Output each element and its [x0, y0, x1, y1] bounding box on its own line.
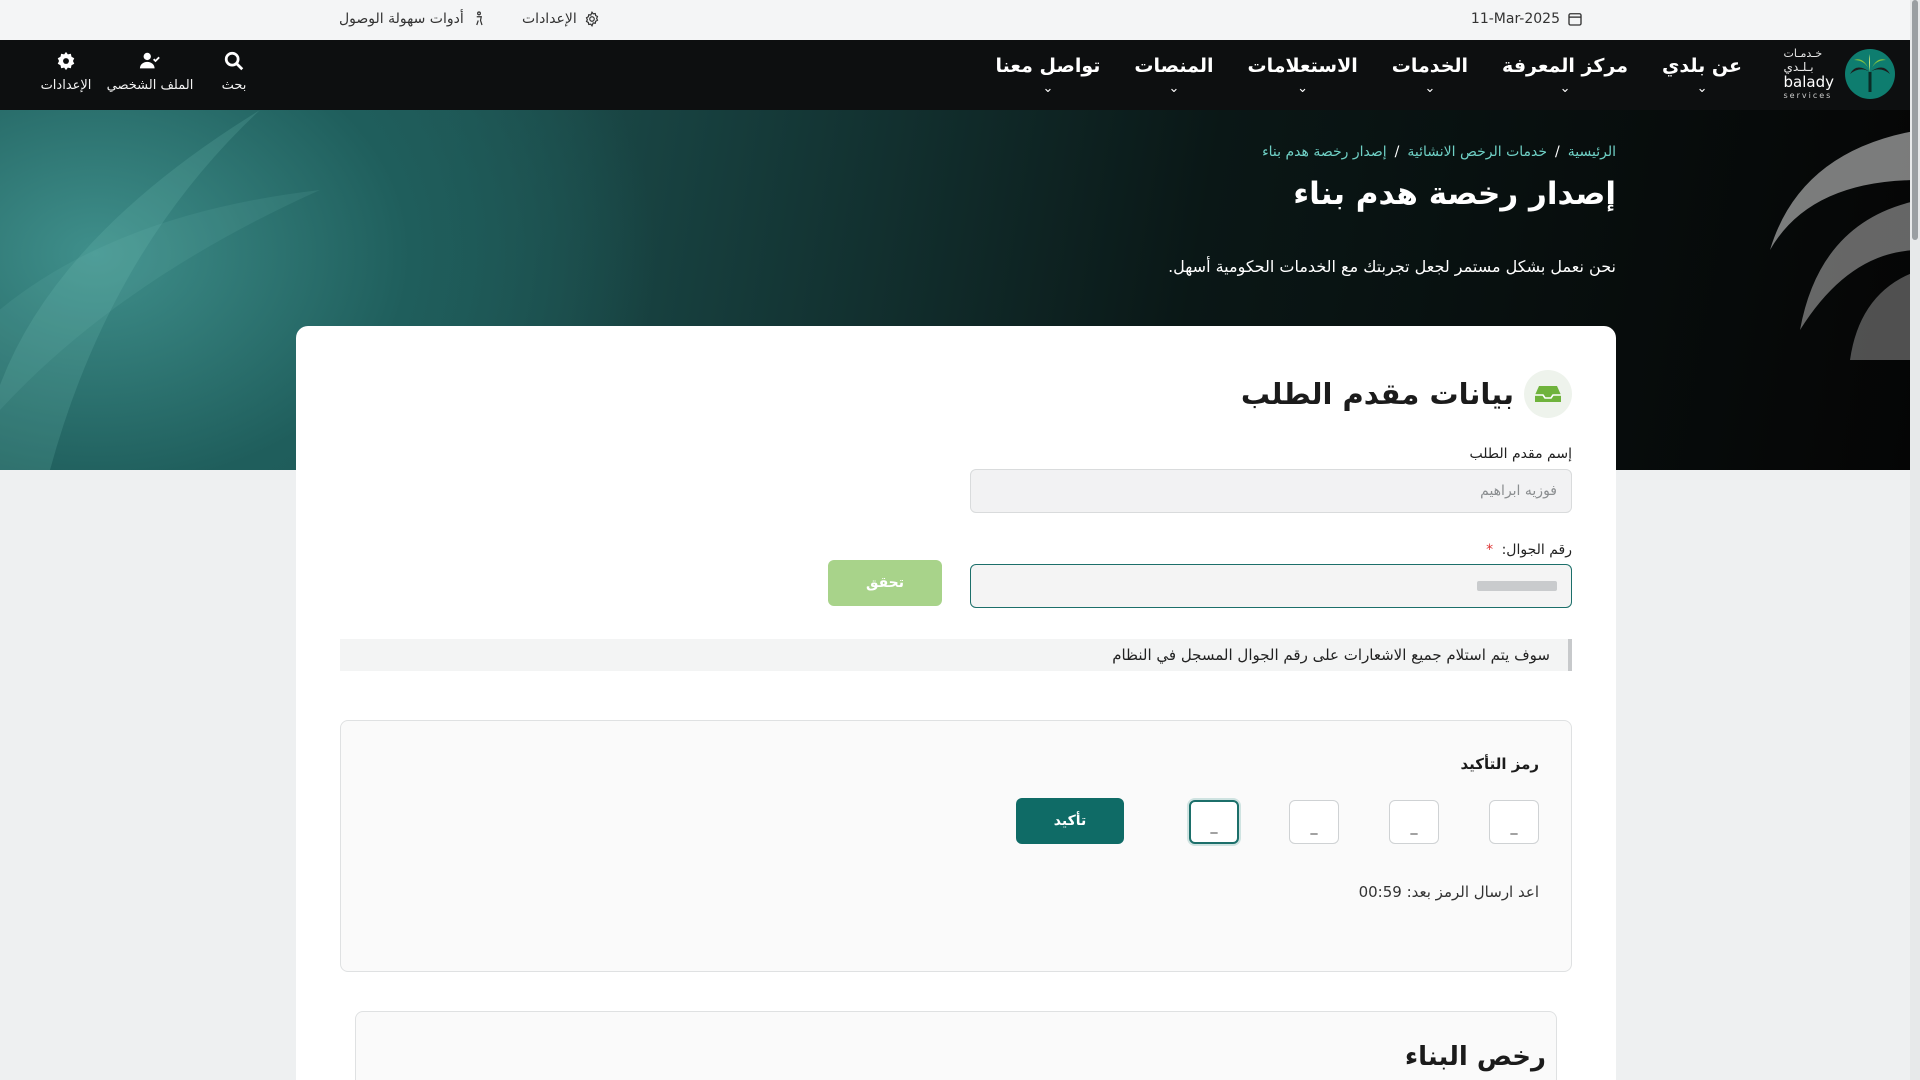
applicant-name-label: إسم مقدم الطلب	[1469, 446, 1572, 462]
logo-text: خـدمـات بـلـدي balady services	[1784, 48, 1834, 100]
main-nav: عن بلدي ⌄ مركز المعرفة ⌄ الخدمات ⌄ الاست…	[996, 40, 1742, 110]
accessibility-icon	[475, 11, 483, 26]
nav-label: الخدمات	[1391, 54, 1469, 77]
nav-platforms[interactable]: المنصات ⌄	[1134, 40, 1213, 110]
utility-settings-label: الإعدادات	[522, 11, 577, 27]
masked-mobile-value	[1477, 581, 1557, 591]
mobile-label: رقم الجوال: *	[1486, 542, 1572, 558]
inbox-icon	[1524, 370, 1572, 418]
page-title: إصدار رخصة هدم بناء	[1293, 176, 1616, 212]
chevron-down-icon: ⌄	[1696, 80, 1708, 96]
utility-settings-link[interactable]: الإعدادات	[522, 10, 601, 28]
profile-button[interactable]: الملف الشخصي	[100, 50, 200, 93]
logo-en-small: services	[1783, 91, 1833, 100]
profile-label: الملف الشخصي	[106, 78, 194, 93]
breadcrumb-separator: /	[1555, 144, 1560, 160]
nav-label: عن بلدي	[1662, 54, 1742, 77]
mobile-input[interactable]	[970, 564, 1572, 608]
palm-logo-icon	[1845, 49, 1895, 99]
search-icon	[224, 51, 244, 71]
page-subtitle: نحن نعمل بشكل مستمر لجعل تجربتك مع الخدم…	[1168, 257, 1616, 276]
accessibility-tools-link[interactable]: أدوات سهولة الوصول	[339, 10, 488, 28]
palm-leaf-decoration-right	[1770, 131, 1910, 360]
required-asterisk: *	[1486, 542, 1494, 558]
verify-button[interactable]: تحقق	[828, 560, 942, 606]
breadcrumb-separator: /	[1394, 144, 1400, 160]
otp-digit-1[interactable]: _	[1489, 800, 1539, 844]
chevron-down-icon: ⌄	[1559, 80, 1571, 96]
chevron-down-icon: ⌄	[1168, 80, 1180, 96]
nav-services[interactable]: الخدمات ⌄	[1392, 40, 1468, 110]
chevron-down-icon: ⌄	[1424, 80, 1436, 96]
breadcrumb-current[interactable]: إصدار رخصة هدم بناء	[1262, 144, 1387, 160]
header-settings-button[interactable]: الإعدادات	[41, 50, 91, 93]
logo-ar-small: خـدمـات	[1783, 47, 1823, 60]
balady-logo[interactable]: خـدمـات بـلـدي balady services	[1784, 48, 1896, 100]
section-title: بيانات مقدم الطلب	[1240, 377, 1514, 411]
user-check-icon	[139, 52, 160, 69]
otp-digit-2[interactable]: _	[1389, 800, 1439, 844]
breadcrumb: الرئيسية / خدمات الرخص الانشائية / إصدار…	[1262, 144, 1616, 160]
otp-digit-4[interactable]: _	[1189, 800, 1239, 844]
chevron-down-icon: ⌄	[1042, 80, 1054, 96]
applicant-form-card: بيانات مقدم الطلب إسم مقدم الطلب فوزيه ا…	[296, 326, 1616, 1080]
mobile-label-text: رقم الجوال:	[1501, 542, 1572, 558]
nav-label: مركز المعرفة	[1502, 54, 1629, 77]
utility-bar: 11-Mar-2025 الإعدادات أدوات سهولة الوصول	[0, 0, 1920, 40]
applicant-name-input[interactable]: فوزيه ابراهيم	[970, 469, 1572, 513]
gear-icon	[57, 51, 75, 71]
calendar-icon	[1568, 13, 1582, 26]
resend-countdown: اعد ارسال الرمز بعد: 00:59	[1358, 883, 1539, 901]
page-scrollbar[interactable]	[1910, 0, 1920, 1080]
nav-label: تواصل معنا	[995, 54, 1101, 77]
notification-notice: سوف يتم استلام جميع الاشعارات على رقم ال…	[340, 639, 1572, 671]
nav-about-balady[interactable]: عن بلدي ⌄	[1662, 40, 1742, 110]
building-permits-panel: رخص البناء	[355, 1011, 1557, 1080]
applicant-name-value: فوزيه ابراهيم	[1480, 483, 1557, 499]
otp-panel: رمز التأكيد _ _ _ _ تأكيد اعد ارسال الرم…	[340, 720, 1572, 972]
nav-label: الاستعلامات	[1247, 54, 1358, 77]
chevron-down-icon: ⌄	[1297, 80, 1309, 96]
logo-ar-name: بـلـدي	[1783, 60, 1814, 74]
gear-icon	[585, 11, 599, 27]
section-header: بيانات مقدم الطلب	[1241, 370, 1572, 418]
building-permits-title: رخص البناء	[1404, 1042, 1546, 1072]
current-date: 11-Mar-2025	[1471, 10, 1584, 28]
breadcrumb-construction-services[interactable]: خدمات الرخص الانشائية	[1407, 144, 1547, 160]
accessibility-tools-label: أدوات سهولة الوصول	[339, 11, 464, 27]
date-text: 11-Mar-2025	[1470, 11, 1560, 27]
logo-en-name: balady	[1783, 73, 1834, 91]
confirm-button[interactable]: تأكيد	[1016, 798, 1124, 844]
nav-knowledge-center[interactable]: مركز المعرفة ⌄	[1502, 40, 1628, 110]
otp-digit-3[interactable]: _	[1289, 800, 1339, 844]
main-header: خـدمـات بـلـدي balady services عن بلدي ⌄…	[0, 40, 1920, 110]
nav-label: المنصات	[1134, 54, 1214, 77]
scrollbar-thumb[interactable]	[1912, 0, 1918, 240]
search-button[interactable]: بحث	[216, 50, 252, 93]
otp-title: رمز التأكيد	[1460, 755, 1539, 773]
search-label: بحث	[221, 78, 247, 93]
nav-inquiries[interactable]: الاستعلامات ⌄	[1247, 40, 1357, 110]
header-settings-label: الإعدادات	[40, 78, 92, 93]
breadcrumb-home[interactable]: الرئيسية	[1568, 144, 1616, 160]
nav-contact-us[interactable]: تواصل معنا ⌄	[996, 40, 1101, 110]
header-tools: الإعدادات الملف الشخصي بحث	[41, 50, 252, 93]
